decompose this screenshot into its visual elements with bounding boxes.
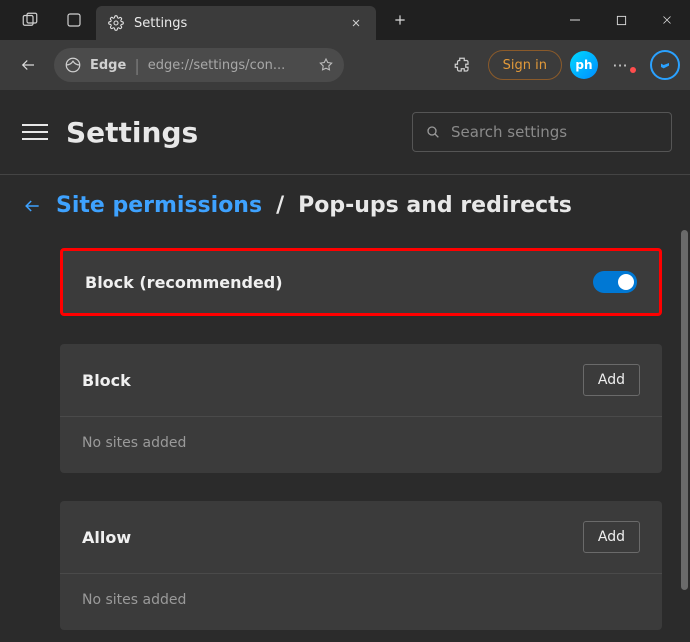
search-input[interactable] (451, 123, 659, 141)
hamburger-menu-button[interactable] (22, 124, 48, 140)
address-prefix: Edge (90, 58, 126, 73)
settings-search[interactable] (412, 112, 672, 152)
titlebar-left: Settings (0, 0, 418, 40)
address-url: edge://settings/con... (148, 58, 310, 73)
block-add-button[interactable]: Add (583, 364, 640, 396)
settings-content: Block (recommended) Block Add No sites a… (0, 228, 690, 630)
profile-badge[interactable]: ph (570, 51, 598, 79)
signin-label: Sign in (503, 58, 547, 73)
browser-toolbar: Edge | edge://settings/con... Sign in ph… (0, 40, 690, 90)
tab-title: Settings (134, 16, 336, 31)
tab-close-button[interactable] (346, 13, 366, 33)
window-controls (552, 0, 690, 40)
window-titlebar: Settings (0, 0, 690, 40)
breadcrumb-back-button[interactable] (22, 196, 42, 216)
browser-tab[interactable]: Settings (96, 6, 376, 40)
search-icon (425, 124, 441, 140)
block-list-title: Block (82, 371, 583, 390)
address-separator: | (134, 56, 139, 75)
address-bar[interactable]: Edge | edge://settings/con... (54, 48, 344, 82)
close-window-button[interactable] (644, 0, 690, 40)
vertical-scrollbar[interactable] (681, 230, 688, 590)
breadcrumb-parent-link[interactable]: Site permissions (56, 193, 262, 218)
toggle-knob-icon (618, 274, 634, 290)
block-toggle-card: Block (recommended) (60, 248, 662, 316)
allow-list-card: Allow Add No sites added (60, 501, 662, 630)
favorite-icon[interactable] (318, 57, 334, 73)
settings-header: Settings (0, 90, 690, 175)
block-empty-text: No sites added (82, 417, 640, 451)
bing-chat-button[interactable] (650, 50, 680, 80)
new-tab-button[interactable] (382, 2, 418, 38)
notification-dot-icon (630, 67, 636, 73)
gear-icon (108, 15, 124, 31)
back-button[interactable] (10, 47, 46, 83)
minimize-button[interactable] (552, 0, 598, 40)
page-title: Settings (66, 116, 198, 149)
breadcrumb-current: Pop-ups and redirects (298, 193, 572, 218)
block-list-card: Block Add No sites added (60, 344, 662, 473)
allow-list-title: Allow (82, 528, 583, 547)
block-toggle-label: Block (recommended) (85, 273, 593, 292)
allow-add-button[interactable]: Add (583, 521, 640, 553)
extensions-icon[interactable] (444, 47, 480, 83)
signin-button[interactable]: Sign in (488, 50, 562, 80)
more-menu-button[interactable]: ··· (606, 47, 642, 83)
block-toggle[interactable] (593, 271, 637, 293)
tab-actions-icon[interactable] (52, 0, 96, 40)
maximize-button[interactable] (598, 0, 644, 40)
breadcrumb-separator: / (276, 193, 284, 218)
workspaces-icon[interactable] (8, 0, 52, 40)
allow-empty-text: No sites added (82, 574, 640, 608)
edge-logo-icon (64, 56, 82, 74)
breadcrumb: Site permissions / Pop-ups and redirects (0, 175, 690, 228)
